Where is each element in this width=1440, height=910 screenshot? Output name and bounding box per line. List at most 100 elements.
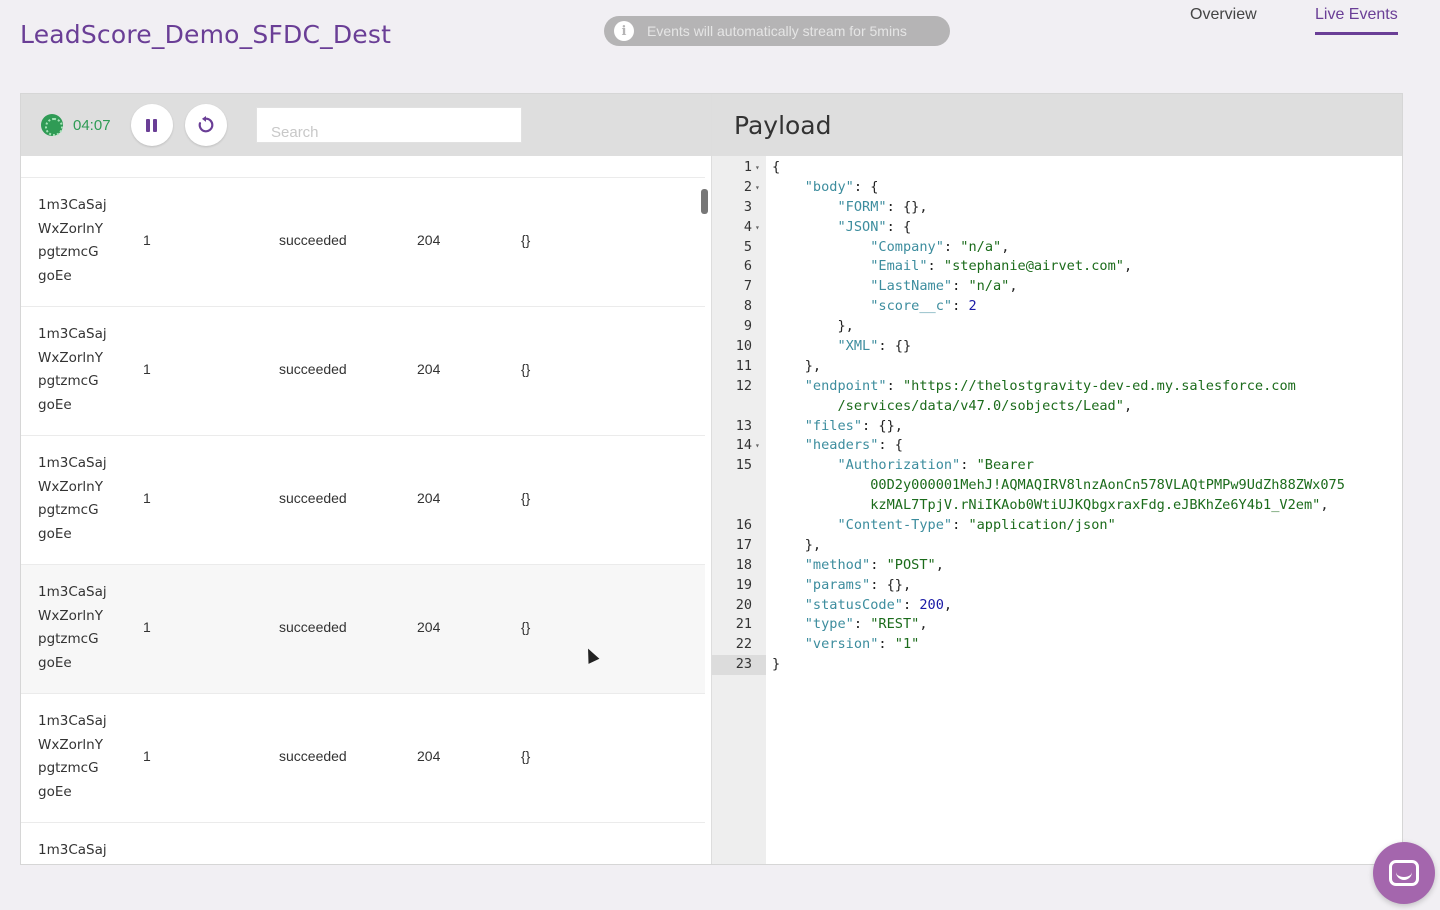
code-token: "version" bbox=[804, 636, 879, 653]
event-id: 1m3CaSaj bbox=[38, 839, 107, 863]
code-line: 2 ▾ "body": { bbox=[712, 178, 1402, 198]
table-row[interactable]: 1m3CaSaj WxZorlnY pgtzmcG goEe 1 succeeded 204… bbox=[21, 694, 705, 823]
code-text: } bbox=[772, 655, 780, 675]
code-text: "statusCode": 200, bbox=[772, 596, 952, 616]
payload-pane: Payload 1 ▾{2 ▾ "body": {3 "FORM": {}, 4 ▾ "… bbox=[711, 94, 1402, 864]
line-number: 7 bbox=[743, 278, 752, 295]
code-line: 12 "endpoint": "https://thelostgravity-d… bbox=[712, 377, 1402, 397]
tab-live-events[interactable]: Live Events bbox=[1315, 6, 1398, 35]
event-id-line: goEe bbox=[38, 525, 72, 542]
code-token: "FORM" bbox=[837, 198, 887, 215]
code-line: 9 }, bbox=[712, 317, 1402, 337]
fold-toggle-icon[interactable]: ▾ bbox=[755, 178, 760, 198]
code-token: }, bbox=[772, 318, 854, 335]
events-scrollbar[interactable] bbox=[701, 189, 708, 214]
search-input[interactable] bbox=[256, 107, 522, 143]
payload-editor[interactable]: 1 ▾{2 ▾ "body": {3 "FORM": {}, 4 ▾ "JSON": {… bbox=[712, 156, 1402, 864]
code-text: }, bbox=[772, 536, 821, 556]
code-text: "XML": {} bbox=[772, 337, 911, 357]
code-line: 5 "Company": "n/a", bbox=[712, 238, 1402, 258]
code-token: "Email" bbox=[870, 258, 928, 275]
event-count: 1 bbox=[143, 361, 151, 377]
event-id-line: 1m3CaSaj bbox=[38, 842, 107, 858]
code-token: "JSON" bbox=[837, 218, 887, 235]
code-token: "body" bbox=[804, 178, 854, 195]
table-row[interactable]: 1m3CaSaj bbox=[21, 823, 705, 864]
line-number: 19 bbox=[735, 576, 752, 593]
line-number: 10 bbox=[735, 338, 752, 355]
code-line: 22 "version": "1" bbox=[712, 635, 1402, 655]
event-status: succeeded bbox=[279, 361, 347, 377]
code-line: kzMAL7TpjV.rNiIKAob0WtiUJKQbgxraxFdg.eJB… bbox=[712, 496, 1402, 516]
code-token: : bbox=[927, 258, 944, 275]
line-number: 16 bbox=[735, 517, 752, 534]
fold-toggle-icon[interactable]: ▾ bbox=[755, 436, 760, 456]
code-line: 17 }, bbox=[712, 536, 1402, 556]
code-token: : {}, bbox=[886, 198, 928, 215]
code-token: }, bbox=[772, 357, 822, 374]
fold-toggle-icon[interactable]: ▾ bbox=[755, 218, 760, 238]
event-rows: 1m3CaSaj WxZorlnY pgtzmcG goEe 1 succeeded 204… bbox=[21, 178, 705, 864]
replay-button[interactable] bbox=[184, 104, 227, 146]
line-number: 13 bbox=[735, 417, 752, 434]
code-text: "LastName": "n/a", bbox=[772, 277, 1018, 297]
code-line: 3 "FORM": {}, bbox=[712, 198, 1402, 218]
event-id-line: goEe bbox=[38, 654, 72, 671]
pause-icon bbox=[146, 118, 158, 132]
code-text: "Content-Type": "application/json" bbox=[772, 516, 1115, 536]
event-id: 1m3CaSaj WxZorlnY pgtzmcG goEe bbox=[38, 323, 107, 417]
banner-text: Events will automatically stream for 5mi… bbox=[647, 23, 907, 39]
code-line: 6 "Email": "stephanie@airvet.com", bbox=[712, 257, 1402, 277]
code-text: "version": "1" bbox=[772, 635, 920, 655]
code-token: "headers" bbox=[804, 437, 879, 454]
replay-icon bbox=[198, 116, 213, 133]
code-text: "files": {}, bbox=[772, 417, 903, 437]
chat-launcher-button[interactable] bbox=[1373, 842, 1435, 904]
event-id-line: pgtzmcG bbox=[38, 502, 99, 518]
code-token: , bbox=[1009, 278, 1018, 295]
table-row[interactable]: 1m3CaSaj WxZorlnY pgtzmcG goEe 1 succeeded 204… bbox=[21, 436, 705, 565]
table-row[interactable]: 1m3CaSaj WxZorlnY pgtzmcG goEe 1 succeeded 204… bbox=[21, 565, 705, 694]
event-id: 1m3CaSaj WxZorlnY pgtzmcG goEe bbox=[38, 581, 107, 675]
tab-overview[interactable]: Overview bbox=[1190, 6, 1257, 32]
pause-button[interactable] bbox=[130, 104, 173, 146]
code-line: 10 "XML": {} bbox=[712, 337, 1402, 357]
code-line: 21 "type": "REST", bbox=[712, 615, 1402, 635]
code-token: }, bbox=[772, 536, 822, 553]
code-token: "LastName" bbox=[870, 278, 953, 295]
code-text: "params": {}, bbox=[772, 576, 911, 596]
event-count: 1 bbox=[143, 748, 151, 764]
stream-timer: 04:07 bbox=[73, 116, 111, 134]
code-text: "JSON": { bbox=[772, 218, 911, 238]
event-count: 1 bbox=[143, 619, 151, 635]
line-number: 6 bbox=[743, 258, 752, 275]
event-id-line: WxZorlnY bbox=[38, 220, 103, 237]
line-number: 12 bbox=[735, 377, 752, 394]
code-token: : bbox=[870, 556, 887, 573]
code-token: "endpoint" bbox=[804, 377, 887, 394]
code-line: 19 "params": {}, bbox=[712, 576, 1402, 596]
table-row[interactable]: 1m3CaSaj WxZorlnY pgtzmcG goEe 1 succeeded 204… bbox=[21, 178, 705, 307]
events-list-pane: 04:07 1m3CaSaj WxZorlnY pgtzmcG goEe 1 succee… bbox=[21, 94, 711, 864]
code-text: "Email": "stephanie@airvet.com", bbox=[772, 257, 1132, 277]
line-number: 21 bbox=[735, 616, 752, 633]
code-token: "Company" bbox=[870, 238, 944, 255]
fold-toggle-icon[interactable]: ▾ bbox=[755, 158, 760, 178]
code-text: "FORM": {}, bbox=[772, 198, 928, 218]
code-token: "stephanie@airvet.com" bbox=[943, 258, 1124, 275]
event-status: succeeded bbox=[279, 490, 347, 506]
payload-header: Payload bbox=[712, 94, 1402, 156]
code-text: { bbox=[772, 158, 780, 178]
code-token: : {}, bbox=[870, 576, 912, 593]
table-row[interactable]: 1m3CaSaj WxZorlnY pgtzmcG goEe 1 succeeded 204… bbox=[21, 307, 705, 436]
code-token: "1" bbox=[894, 636, 920, 653]
